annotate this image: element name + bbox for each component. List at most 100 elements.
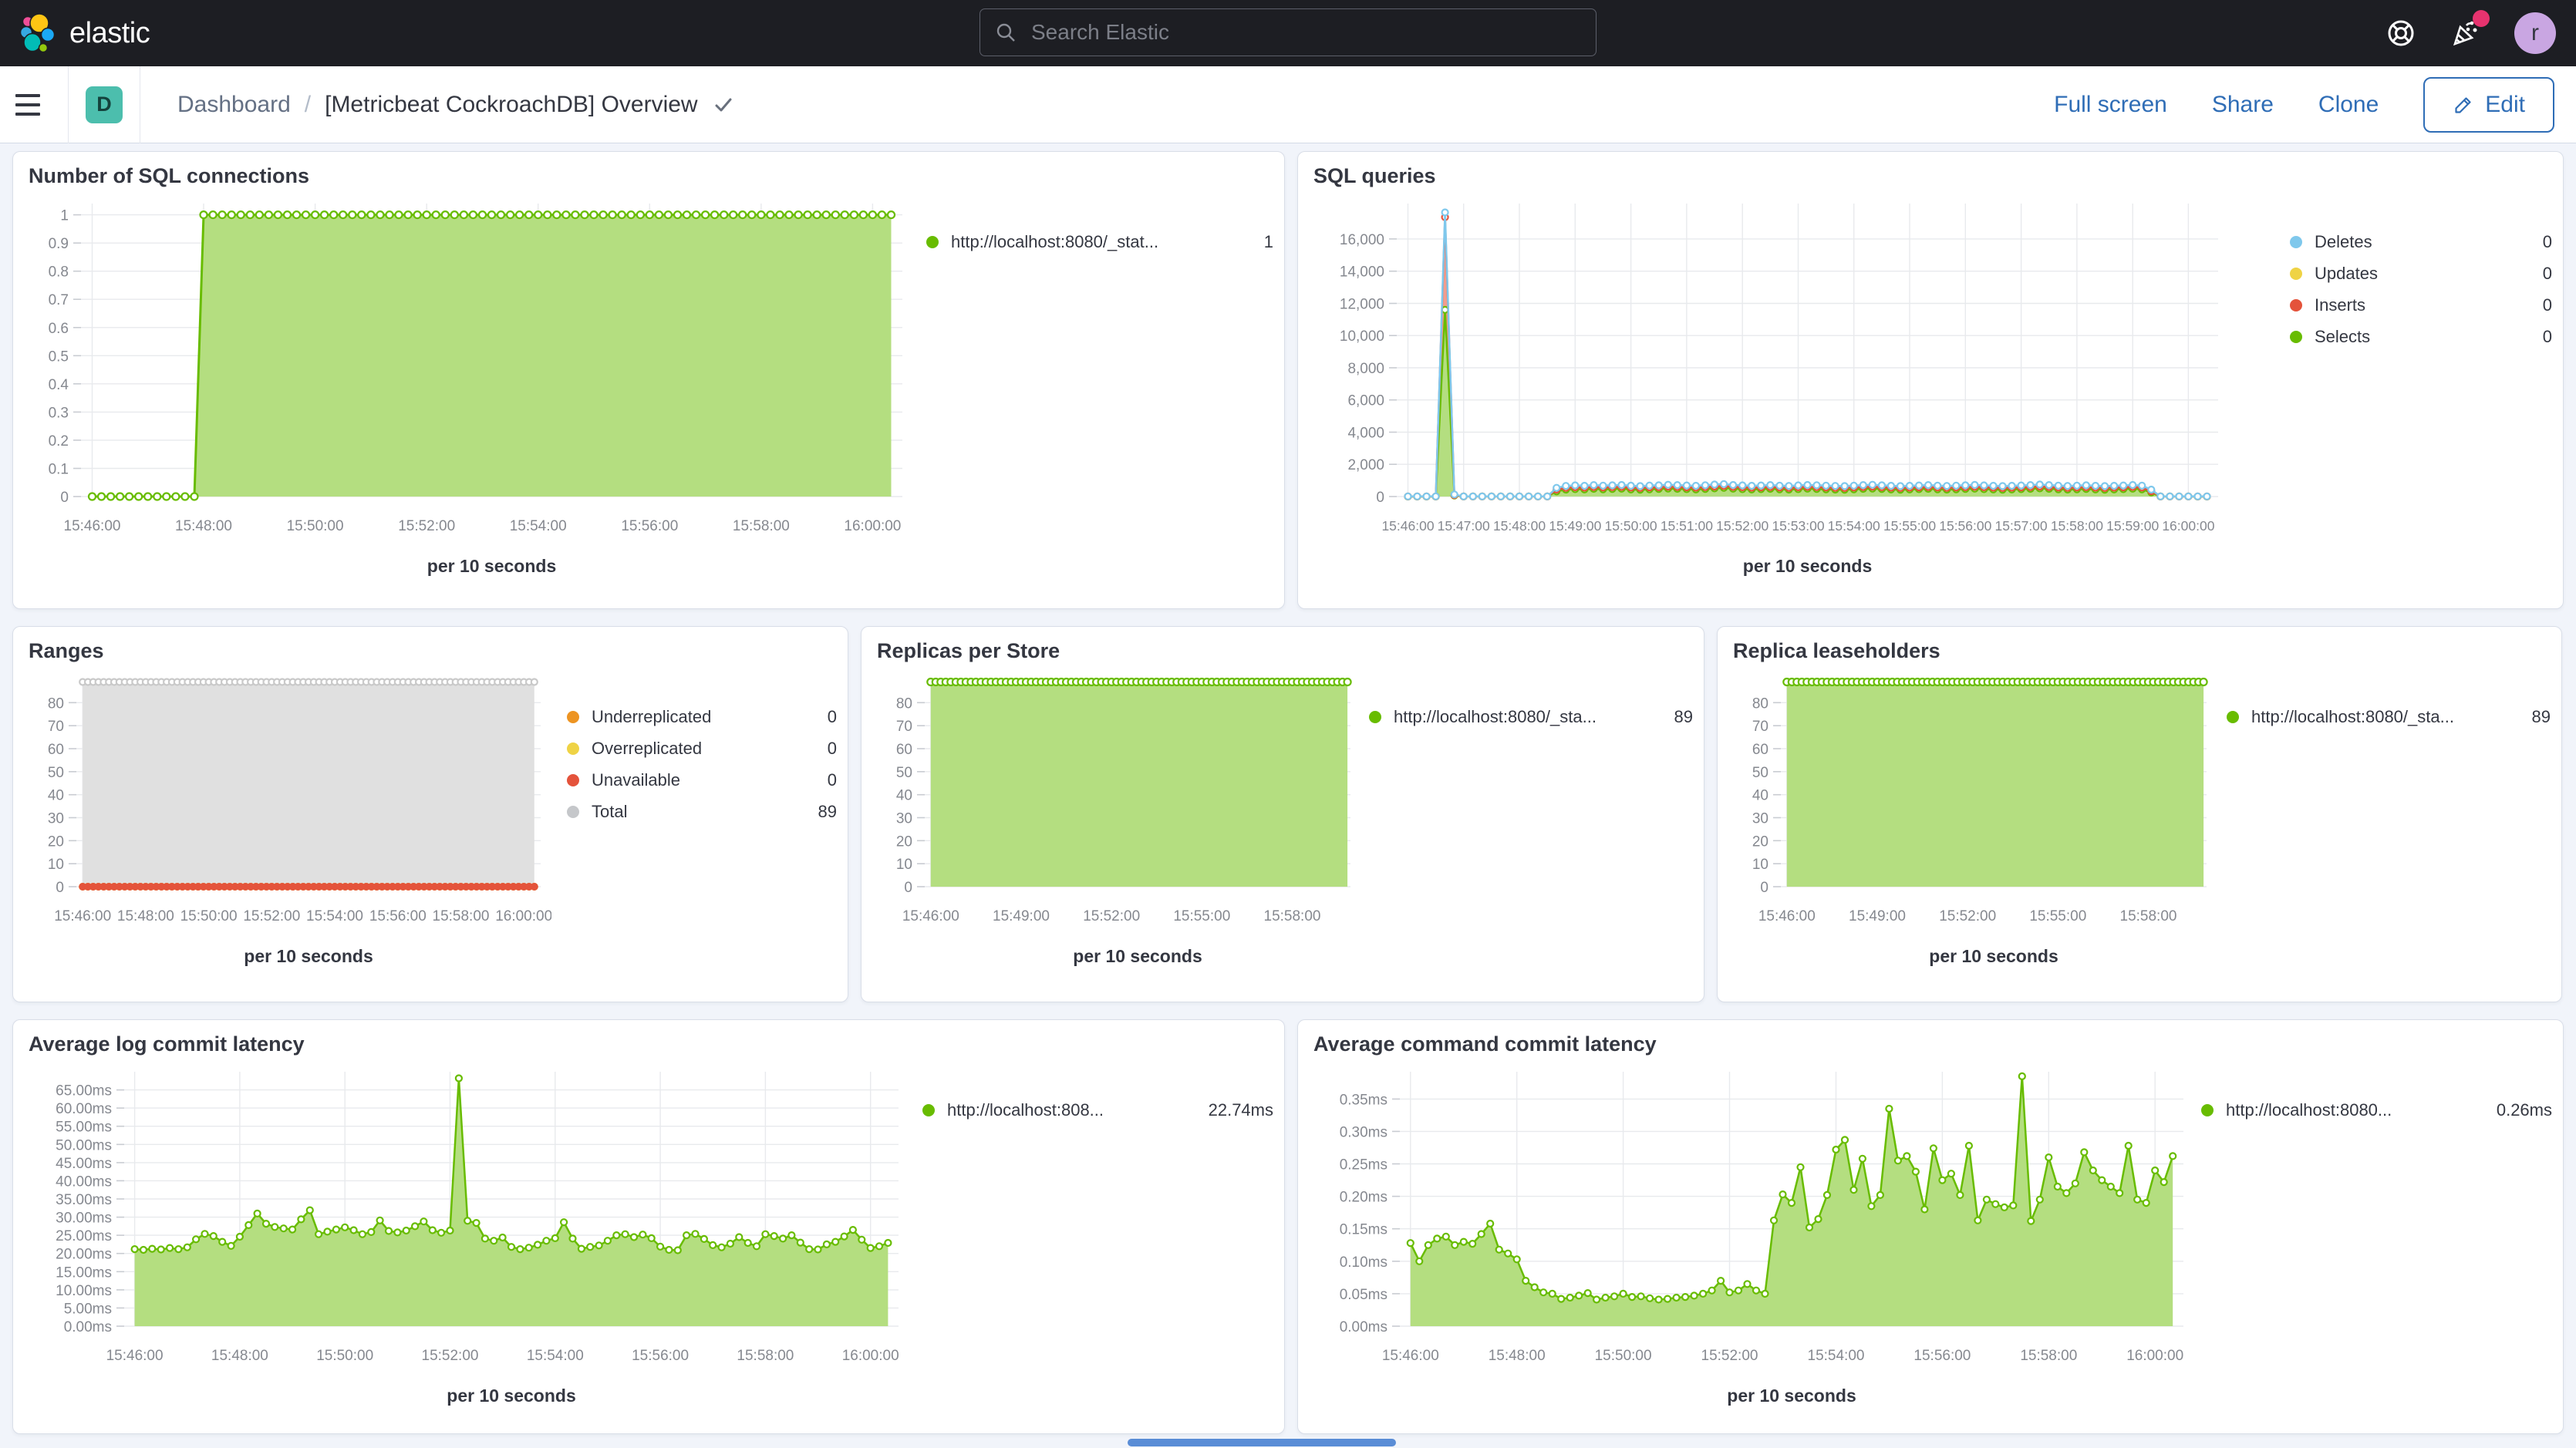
legend-item-http-localhost-8080-[interactable]: http://localhost:8080...0.26ms — [2201, 1100, 2552, 1120]
svg-text:15:58:00: 15:58:00 — [1264, 908, 1321, 924]
legend-item-http-localhost-8080-sta-[interactable]: http://localhost:8080/_sta...89 — [2227, 707, 2551, 727]
legend-item-inserts[interactable]: Inserts0 — [2290, 295, 2552, 315]
title-check-icon[interactable] — [713, 95, 733, 115]
svg-text:45.00ms: 45.00ms — [56, 1156, 112, 1172]
legend-color-dot — [1369, 711, 1381, 723]
toolbar-actions: Full screen Share Clone Edit — [2054, 77, 2554, 133]
legend-item-http-localhost-8080-sta-[interactable]: http://localhost:8080/_sta...89 — [1369, 707, 1693, 727]
legend-item-underreplicated[interactable]: Underreplicated0 — [567, 707, 837, 727]
chart-legend: Underreplicated0 Overreplicated0 Unavailab… — [567, 665, 837, 981]
svg-text:70: 70 — [48, 719, 64, 735]
menu-icon[interactable] — [15, 87, 51, 123]
svg-text:per 10 seconds: per 10 seconds — [447, 1386, 575, 1406]
legend-color-dot — [2201, 1104, 2214, 1116]
legend-value: 22.74ms — [1193, 1100, 1273, 1120]
dashboard-badge[interactable]: D — [86, 86, 123, 123]
svg-text:15:49:00: 15:49:00 — [1849, 908, 1906, 924]
newsfeed-icon[interactable] — [2450, 18, 2480, 49]
svg-text:15:46:00: 15:46:00 — [64, 518, 121, 534]
legend-item-selects[interactable]: Selects0 — [2290, 327, 2552, 347]
svg-text:20: 20 — [896, 833, 912, 850]
chart-replicas-per-store[interactable]: 0102030405060708015:46:0015:49:0015:52:0… — [868, 665, 1361, 981]
svg-text:0: 0 — [904, 880, 912, 896]
svg-text:15:58:00: 15:58:00 — [2120, 908, 2177, 924]
svg-text:15:48:00: 15:48:00 — [1489, 1348, 1546, 1364]
svg-text:0.30ms: 0.30ms — [1340, 1124, 1387, 1140]
global-search[interactable] — [979, 8, 1597, 56]
chart-avg-command-commit-latency[interactable]: 0.00ms0.05ms0.10ms0.15ms0.20ms0.25ms0.30… — [1304, 1058, 2199, 1434]
clone-button[interactable]: Clone — [2318, 92, 2379, 118]
svg-text:40: 40 — [48, 788, 64, 804]
panel-replica-leaseholders: Replica leaseholders 0102030405060708015… — [1717, 626, 2562, 1002]
panel-title: Replicas per Store — [861, 627, 1704, 663]
dashboard-content: Number of SQL connections 00.10.20.30.40… — [0, 143, 2576, 1434]
svg-text:per 10 seconds: per 10 seconds — [1073, 946, 1202, 966]
svg-text:1: 1 — [60, 208, 69, 224]
share-button[interactable]: Share — [2212, 92, 2274, 118]
panel-title: Replica leaseholders — [1718, 627, 2561, 663]
legend-item-http-localhost-8080-stat-[interactable]: http://localhost:8080/_stat...1 — [926, 232, 1273, 252]
chart-ranges[interactable]: 0102030405060708015:46:0015:48:0015:50:0… — [19, 665, 551, 981]
legend-value: 89 — [2517, 707, 2551, 727]
legend-label: Unavailable — [592, 770, 680, 790]
legend-color-dot — [2290, 236, 2302, 248]
legend-item-deletes[interactable]: Deletes0 — [2290, 232, 2552, 252]
help-icon[interactable] — [2386, 19, 2416, 48]
svg-text:25.00ms: 25.00ms — [56, 1228, 112, 1244]
elastic-logo[interactable]: elastic — [20, 13, 150, 53]
edit-button[interactable]: Edit — [2423, 77, 2554, 133]
svg-text:0: 0 — [60, 490, 69, 506]
chart-sql-connections[interactable]: 00.10.20.30.40.50.60.70.80.9115:46:0015:… — [19, 190, 918, 606]
legend-item-total[interactable]: Total 89 — [567, 802, 837, 822]
svg-text:40: 40 — [896, 788, 912, 804]
legend-color-dot — [922, 1104, 935, 1116]
svg-text:15:56:00: 15:56:00 — [1939, 518, 1991, 534]
chart-legend: Deletes0 Updates0 Inserts0 Selects0 — [2290, 190, 2552, 606]
elastic-logo-text: elastic — [69, 17, 150, 50]
svg-text:10: 10 — [896, 857, 912, 873]
svg-text:15:46:00: 15:46:00 — [54, 908, 111, 924]
svg-text:15:49:00: 15:49:00 — [1549, 518, 1601, 534]
panel-replicas-per-store: Replicas per Store 0102030405060708015:4… — [861, 626, 1704, 1002]
breadcrumb-dashboard-link[interactable]: Dashboard — [177, 92, 291, 118]
full-screen-button[interactable]: Full screen — [2054, 92, 2167, 118]
svg-text:16:00:00: 16:00:00 — [2162, 518, 2214, 534]
svg-text:15:46:00: 15:46:00 — [106, 1348, 164, 1364]
user-avatar[interactable]: r — [2514, 12, 2556, 54]
svg-text:15:48:00: 15:48:00 — [175, 518, 232, 534]
chart-replica-leaseholders[interactable]: 0102030405060708015:46:0015:49:0015:52:0… — [1724, 665, 2217, 981]
svg-text:10,000: 10,000 — [1340, 328, 1384, 345]
legend-item-unavailable[interactable]: Unavailable0 — [567, 770, 837, 790]
chart-legend: http://localhost:8080/_sta...89 — [1369, 665, 1693, 981]
svg-text:15:52:00: 15:52:00 — [1939, 908, 1996, 924]
svg-text:0.25ms: 0.25ms — [1340, 1157, 1387, 1174]
svg-text:0.2: 0.2 — [49, 433, 69, 450]
chart-sql-queries[interactable]: 02,0004,0006,0008,00010,00012,00014,0001… — [1304, 190, 2234, 606]
elastic-logo-icon — [20, 13, 56, 53]
chart-legend: http://localhost:8080/_stat...1 — [926, 190, 1273, 606]
legend-label: Total — [592, 802, 627, 822]
svg-text:30: 30 — [48, 811, 64, 827]
legend-item-http-localhost-808-[interactable]: http://localhost:808...22.74ms — [922, 1100, 1273, 1120]
panel-ranges: Ranges 0102030405060708015:46:0015:48:00… — [12, 626, 848, 1002]
legend-color-dot — [567, 743, 579, 755]
svg-text:0.4: 0.4 — [49, 377, 69, 393]
chart-avg-log-commit-latency[interactable]: 0.00ms5.00ms10.00ms15.00ms20.00ms25.00ms… — [19, 1058, 914, 1434]
legend-value: 89 — [803, 802, 837, 822]
page-title: [Metricbeat CockroachDB] Overview — [325, 92, 698, 118]
legend-item-updates[interactable]: Updates0 — [2290, 264, 2552, 284]
svg-text:16:00:00: 16:00:00 — [2126, 1348, 2183, 1364]
svg-text:15:50:00: 15:50:00 — [316, 1348, 373, 1364]
legend-value: 0 — [2527, 327, 2552, 347]
pencil-icon — [2453, 94, 2474, 116]
legend-value: 0 — [812, 707, 837, 727]
svg-text:14,000: 14,000 — [1340, 264, 1384, 281]
svg-text:0: 0 — [1760, 880, 1768, 896]
search-input[interactable] — [1030, 19, 1582, 45]
legend-item-overreplicated[interactable]: Overreplicated0 — [567, 739, 837, 759]
horizontal-scrollbar-thumb[interactable] — [1128, 1439, 1396, 1446]
legend-label: http://localhost:8080/_sta... — [1394, 707, 1597, 727]
legend-color-dot — [2290, 268, 2302, 280]
chart-legend: http://localhost:8080/_sta...89 — [2227, 665, 2551, 981]
svg-text:15:46:00: 15:46:00 — [1381, 518, 1434, 534]
